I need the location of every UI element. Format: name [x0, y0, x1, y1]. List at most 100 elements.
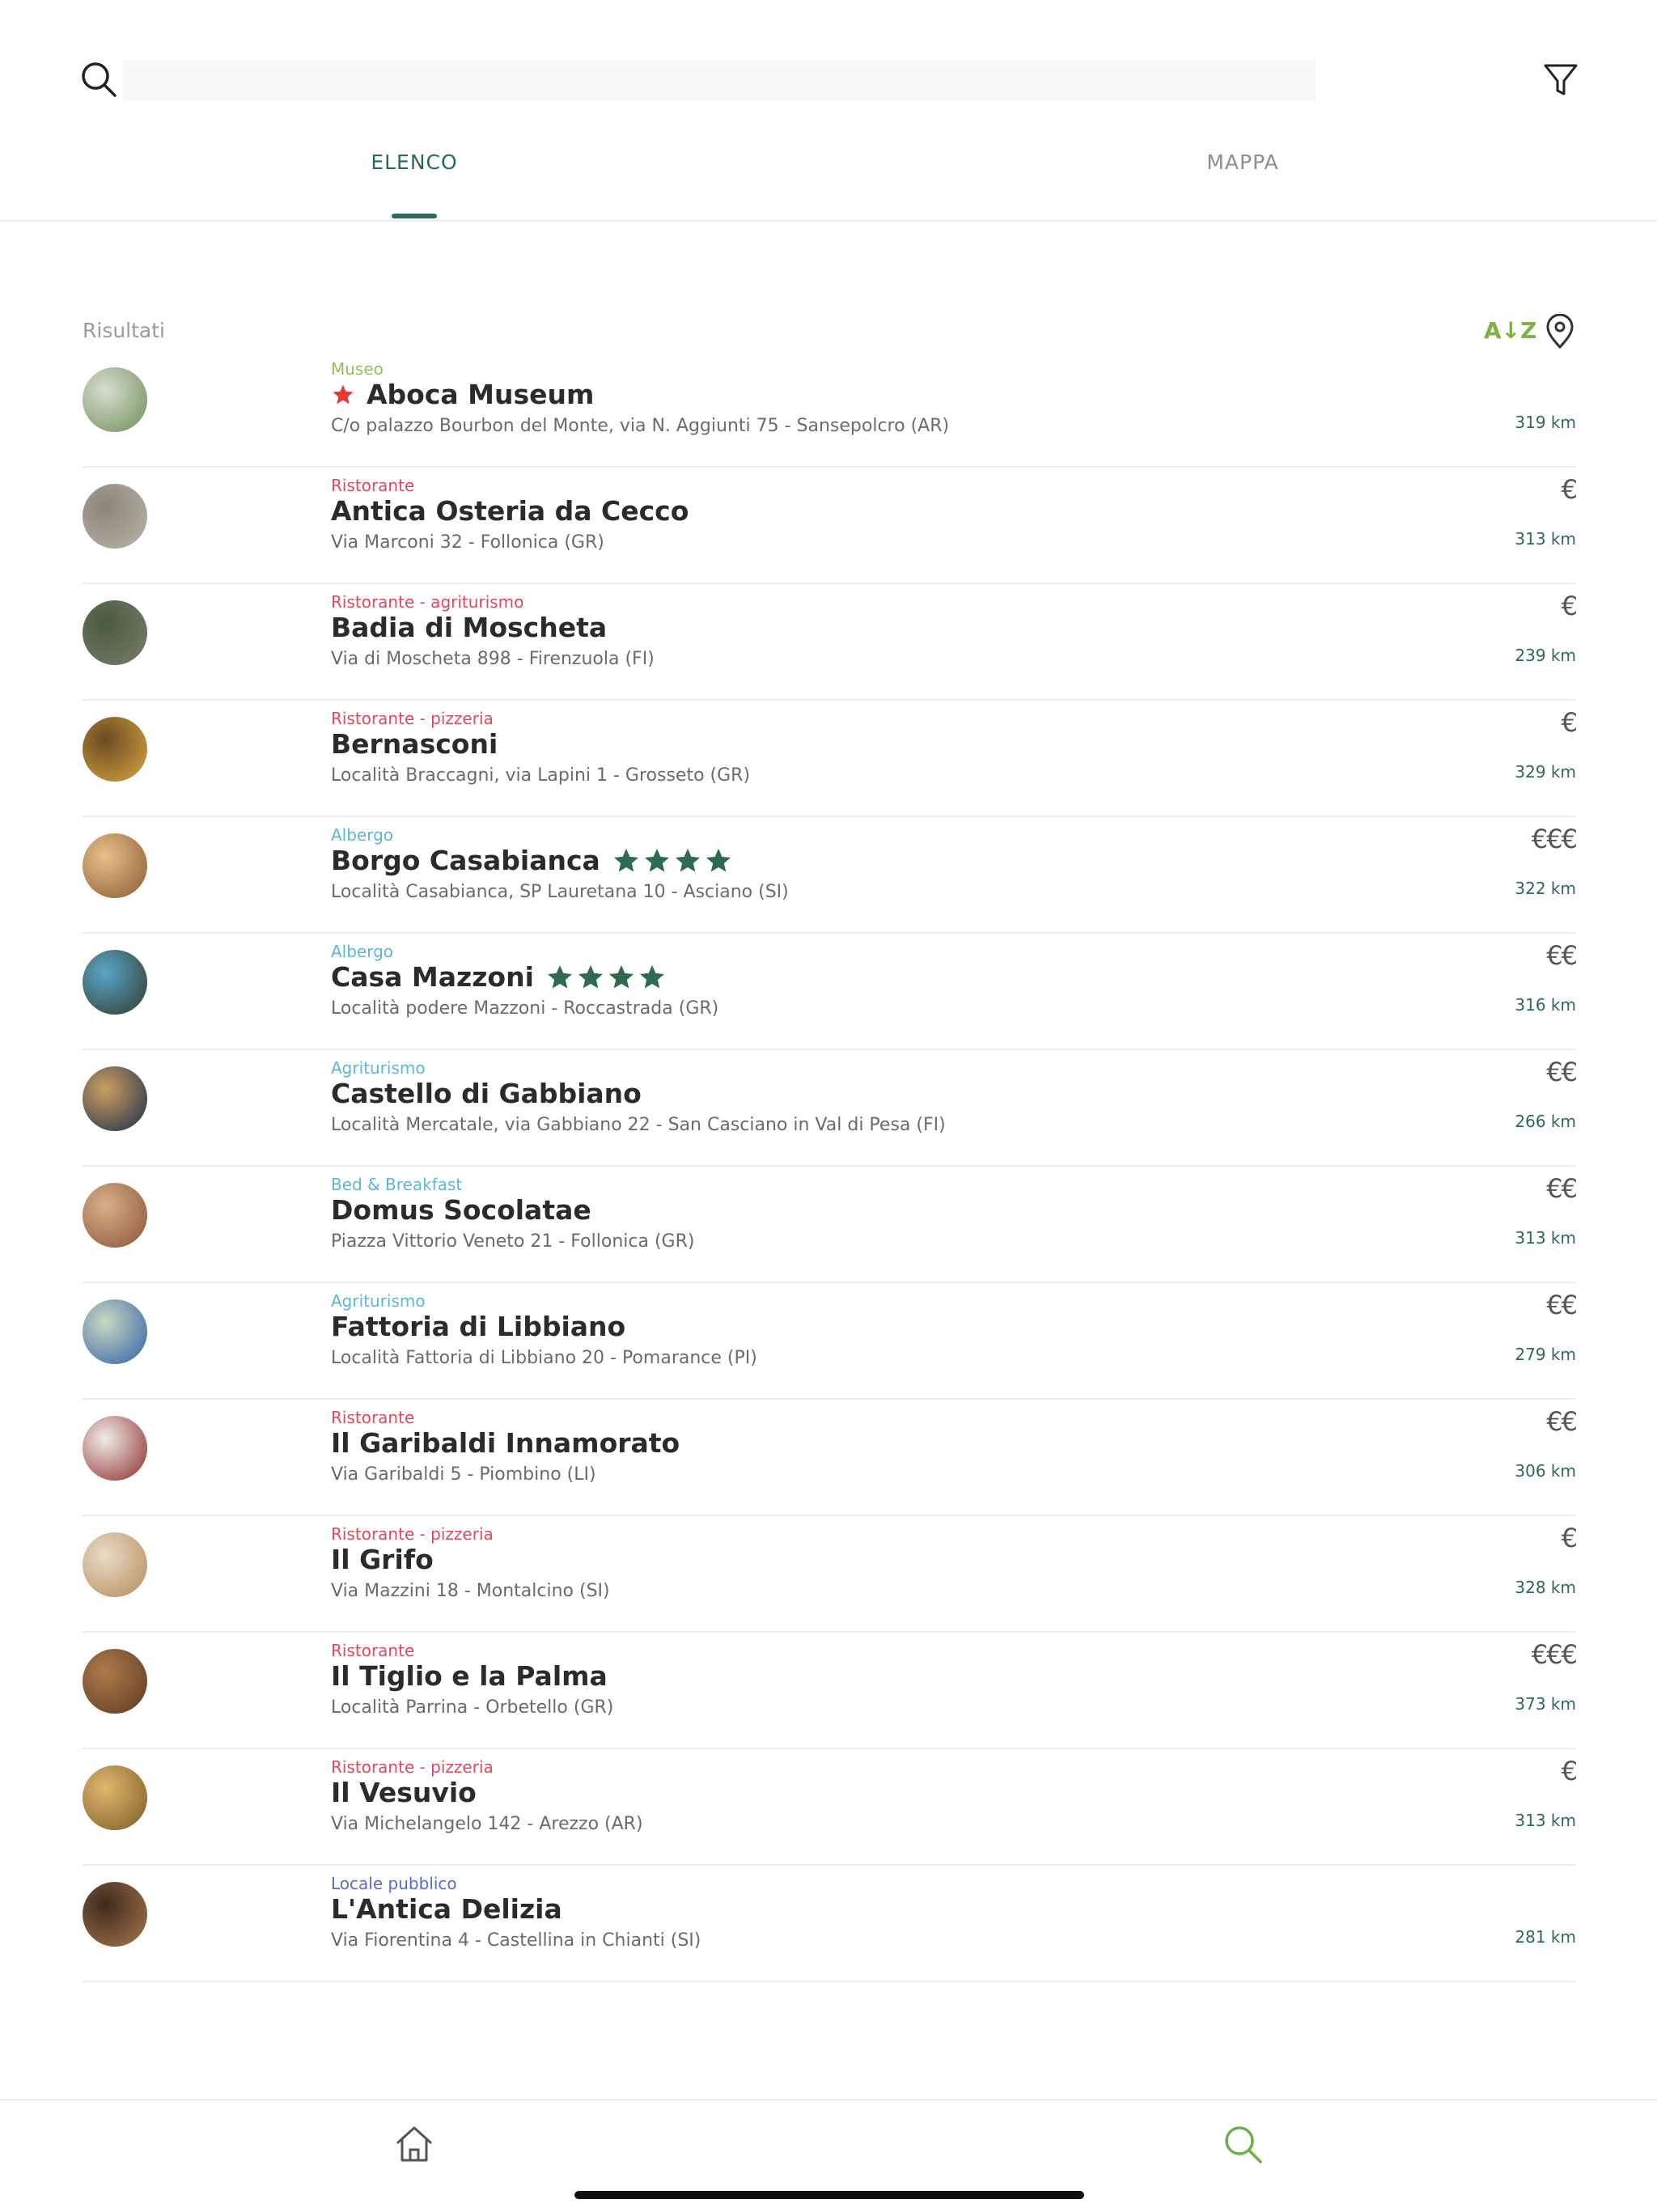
category-label: Bed & Breakfast — [331, 1175, 463, 1194]
place-title: Il Garibaldi Innamorato — [331, 1427, 680, 1459]
star-icon — [578, 964, 603, 988]
thumbnail-image — [83, 1765, 147, 1830]
search-input[interactable] — [123, 60, 1316, 100]
thumbnail-image — [83, 1183, 147, 1248]
star-icon — [675, 848, 700, 871]
place-title: Bernasconi — [331, 728, 498, 760]
distance: 328 km — [1515, 1578, 1576, 1597]
place-name: Il Grifo — [331, 1544, 434, 1575]
category-label: Albergo — [331, 825, 394, 845]
place-name: Il Garibaldi Innamorato — [331, 1427, 680, 1459]
search-tab-icon[interactable] — [1220, 2121, 1265, 2167]
place-name: Castello di Gabbiano — [331, 1078, 642, 1109]
category-label: Agriturismo — [331, 1058, 426, 1078]
sort-alphabetical-button[interactable]: A↓Z — [1484, 317, 1536, 344]
distance: 239 km — [1515, 646, 1576, 665]
list-item[interactable]: Locale pubblico L'Antica Delizia Via Fiore… — [83, 1866, 1576, 1982]
price-level: €€ — [1546, 1057, 1578, 1087]
distance: 279 km — [1515, 1345, 1576, 1364]
list-item[interactable]: Ristorante - pizzeria Bernasconi Località … — [83, 701, 1578, 817]
list-item[interactable]: Ristorante - agriturismo Badia di Moschet… — [83, 584, 1578, 701]
thumbnail-image — [83, 833, 147, 898]
category-label: Museo — [331, 359, 384, 379]
list-item[interactable]: Agriturismo Castello di Gabbiano Località … — [83, 1050, 1578, 1167]
list-item[interactable]: Museo Aboca Museum C/o palazzo Bourbon del… — [83, 351, 1576, 468]
results-label: Risultati — [83, 319, 166, 342]
place-title: Domus Socolatae — [331, 1194, 591, 1226]
star-icon — [608, 964, 634, 988]
place-name: Aboca Museum — [367, 379, 595, 410]
price-level: €€ — [1546, 1406, 1578, 1437]
price-level: €€ — [1546, 1290, 1578, 1320]
place-name: Fattoria di Libbiano — [331, 1311, 626, 1342]
address: Località Braccagni, via Lapini 1 - Gross… — [331, 765, 751, 786]
address: Località podere Mazzoni - Roccastrada (G… — [331, 998, 719, 1019]
place-title: Il Vesuvio — [331, 1777, 477, 1808]
list-item[interactable]: Ristorante Antica Osteria da Cecco Via Mar… — [83, 468, 1578, 584]
tab-list[interactable]: ELENCO — [252, 150, 576, 174]
thumbnail-image — [83, 1882, 147, 1947]
distance: 306 km — [1515, 1461, 1576, 1481]
category-label: Albergo — [331, 942, 394, 961]
filter-icon[interactable] — [1542, 61, 1579, 99]
price-level: € — [1561, 474, 1578, 505]
category-label: Ristorante - pizzeria — [331, 709, 494, 728]
place-name: Il Vesuvio — [331, 1777, 477, 1808]
price-level: €€ — [1546, 1173, 1578, 1204]
address: Via Garibaldi 5 - Piombino (LI) — [331, 1464, 596, 1485]
distance: 322 km — [1515, 879, 1576, 898]
list-item[interactable]: Bed & Breakfast Domus Socolatae Piazza Vit… — [83, 1167, 1578, 1283]
distance: 313 km — [1515, 1228, 1576, 1248]
price-level: €€€ — [1531, 824, 1578, 854]
place-name: Badia di Moscheta — [331, 612, 608, 643]
list-item[interactable]: Ristorante Il Tiglio e la Palma Località P… — [83, 1633, 1578, 1749]
address: Via Mazzini 18 - Montalcino (SI) — [331, 1581, 610, 1601]
category-label: Ristorante — [331, 476, 415, 495]
thumbnail-image — [83, 600, 147, 665]
address: Località Mercatale, via Gabbiano 22 - Sa… — [331, 1115, 946, 1135]
price-level: € — [1561, 1756, 1578, 1786]
sort-by-distance-icon[interactable] — [1544, 313, 1576, 350]
tab-map[interactable]: MAPPA — [1081, 150, 1405, 174]
address: Località Parrina - Orbetello (GR) — [331, 1697, 614, 1718]
search-icon[interactable] — [79, 60, 118, 99]
list-item[interactable]: Ristorante Il Garibaldi Innamorato Via Gar… — [83, 1400, 1578, 1516]
address: Via di Moscheta 898 - Firenzuola (FI) — [331, 649, 655, 669]
price-level: € — [1561, 1523, 1578, 1553]
place-title: Fattoria di Libbiano — [331, 1311, 625, 1342]
list-item[interactable]: Albergo Casa Mazzoni Località podere Mazzo… — [83, 934, 1578, 1050]
place-name: L'Antica Delizia — [331, 1893, 562, 1925]
place-title: Antica Osteria da Cecco — [331, 495, 689, 527]
place-name: Casa Mazzoni — [331, 961, 534, 993]
thumbnail-image — [83, 1416, 147, 1481]
price-level: € — [1561, 707, 1578, 738]
star-icon — [639, 964, 664, 988]
bottom-nav — [0, 2099, 1657, 2212]
home-icon[interactable] — [392, 2121, 437, 2167]
list-item[interactable]: Ristorante - pizzeria Il Grifo Via Mazzini… — [83, 1516, 1578, 1633]
place-name: Il Tiglio e la Palma — [331, 1660, 608, 1692]
address: Via Michelangelo 142 - Arezzo (AR) — [331, 1814, 643, 1834]
list-item[interactable]: Agriturismo Fattoria di Libbiano Località … — [83, 1283, 1578, 1400]
rating-stars — [545, 963, 667, 992]
place-name: Antica Osteria da Cecco — [331, 495, 689, 527]
star-icon — [644, 848, 669, 871]
price-level: € — [1561, 591, 1578, 621]
category-label: Ristorante — [331, 1641, 415, 1660]
distance: 313 km — [1515, 1811, 1576, 1830]
featured-star-icon — [331, 383, 355, 407]
list-item[interactable]: Albergo Borgo Casabianca Località Casabian… — [83, 817, 1578, 934]
thumbnail-image — [83, 1299, 147, 1364]
list-item[interactable]: Ristorante - pizzeria Il Vesuvio Via Miche… — [83, 1749, 1578, 1866]
price-level: €€€ — [1531, 1639, 1578, 1670]
thumbnail-image — [83, 1066, 147, 1131]
distance: 266 km — [1515, 1112, 1576, 1131]
distance: 281 km — [1515, 1927, 1576, 1947]
thumbnail-image — [83, 1532, 147, 1597]
thumbnail-image — [83, 484, 147, 549]
results-list: Museo Aboca Museum C/o palazzo Bourbon del… — [83, 351, 1578, 1982]
home-indicator — [574, 2191, 1084, 2199]
address: Via Marconi 32 - Follonica (GR) — [331, 532, 604, 553]
star-icon — [706, 848, 731, 871]
place-title: Castello di Gabbiano — [331, 1078, 642, 1109]
